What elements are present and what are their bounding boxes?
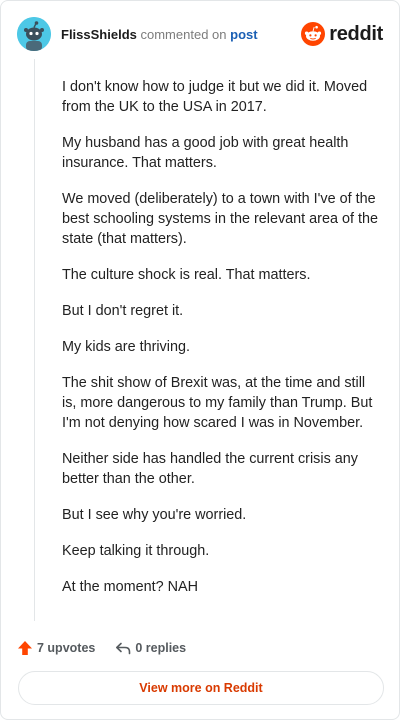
comment-paragraph: Keep talking it through. <box>62 543 210 559</box>
comment-paragraph: Neither side has handled the current cri… <box>62 451 358 487</box>
replies-button[interactable]: 0 replies <box>115 640 186 656</box>
comment-body: I don't know how to judge it but we did … <box>62 77 380 613</box>
comment-header: FlissShields commented on post reddit <box>17 17 383 51</box>
username-link[interactable]: FlissShields <box>61 27 137 42</box>
comment-paragraph: But I see why you're worried. <box>62 507 247 523</box>
comment-paragraph: At the moment? NAH <box>62 579 198 595</box>
reddit-wordmark: reddit <box>329 22 383 45</box>
commented-on-text: commented on <box>140 26 227 42</box>
upvote-count: 7 upvotes <box>37 641 96 655</box>
comment-paragraph: The culture shock is real. That matters. <box>62 267 311 283</box>
comment-paragraph: I don't know how to judge it but we did … <box>62 79 368 115</box>
reply-count: 0 replies <box>135 641 187 655</box>
comment-paragraph: My kids are thriving. <box>62 339 190 355</box>
comment-paragraph: But I don't regret it. <box>62 303 184 319</box>
snoo-avatar-icon[interactable] <box>17 17 51 51</box>
comment-footer: 7 upvotes 0 replies <box>17 637 186 659</box>
comment-paragraph: My husband has a good job with great hea… <box>62 135 349 171</box>
view-more-button[interactable]: View more on Reddit <box>18 671 384 705</box>
comment-meta: FlissShields commented on post <box>61 27 258 42</box>
upvote-arrow-icon <box>17 640 33 656</box>
reddit-logo-icon <box>301 22 326 46</box>
thread-line <box>34 59 35 621</box>
reply-arrow-icon <box>115 640 131 656</box>
comment-paragraph: The shit show of Brexit was, at the time… <box>62 375 373 431</box>
upvote-button[interactable]: 7 upvotes <box>17 640 95 656</box>
embedded-comment-card: FlissShields commented on post reddit I … <box>0 0 400 720</box>
post-link[interactable]: post <box>230 27 257 42</box>
reddit-brand-link[interactable]: reddit <box>301 22 383 46</box>
comment-paragraph: We moved (deliberately) to a town with I… <box>62 191 378 247</box>
